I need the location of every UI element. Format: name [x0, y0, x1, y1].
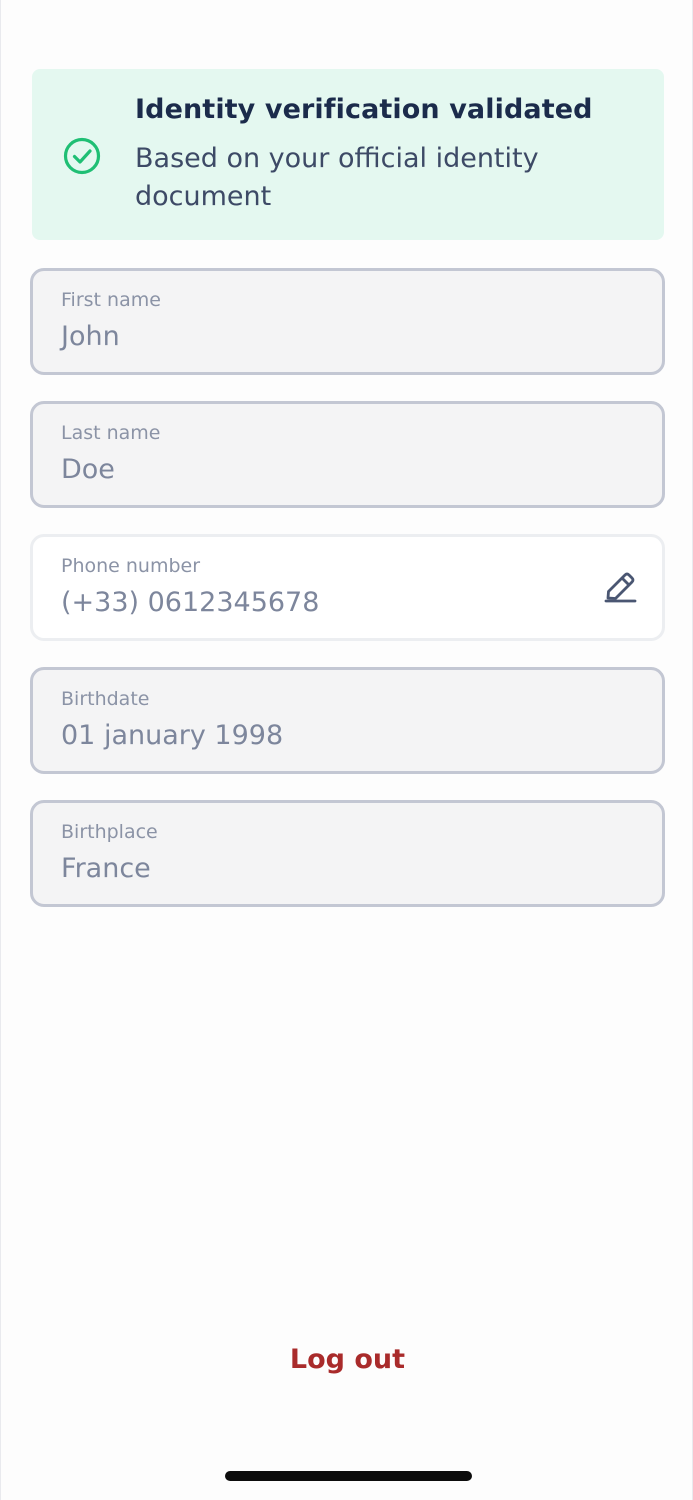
- logout-button[interactable]: Log out: [1, 1344, 693, 1375]
- birthdate-label: Birthdate: [61, 688, 150, 710]
- birthdate-field: Birthdate 01 january 1998: [30, 667, 665, 774]
- first-name-label: First name: [61, 289, 161, 311]
- birthplace-label: Birthplace: [61, 821, 158, 843]
- phone-number-label: Phone number: [61, 555, 201, 577]
- birthdate-value: 01 january 1998: [61, 720, 284, 751]
- pencil-icon: [604, 572, 637, 603]
- phone-number-value: (+33) 0612345678: [61, 587, 320, 618]
- check-circle-icon: [63, 137, 101, 175]
- edit-phone-button[interactable]: [600, 567, 640, 607]
- profile-screen: Identity verification validated Based on…: [0, 0, 693, 1500]
- first-name-value: John: [61, 321, 120, 352]
- last-name-value: Doe: [61, 454, 115, 485]
- birthplace-value: France: [61, 853, 151, 884]
- banner-subtitle: Based on your official identity document: [135, 143, 539, 212]
- last-name-label: Last name: [61, 422, 161, 444]
- home-indicator[interactable]: [225, 1471, 472, 1481]
- birthplace-field: Birthplace France: [30, 800, 665, 907]
- last-name-field: Last name Doe: [30, 401, 665, 508]
- banner-title: Identity verification validated: [135, 94, 593, 125]
- phone-number-field[interactable]: Phone number (+33) 0612345678: [30, 534, 665, 641]
- first-name-field: First name John: [30, 268, 665, 375]
